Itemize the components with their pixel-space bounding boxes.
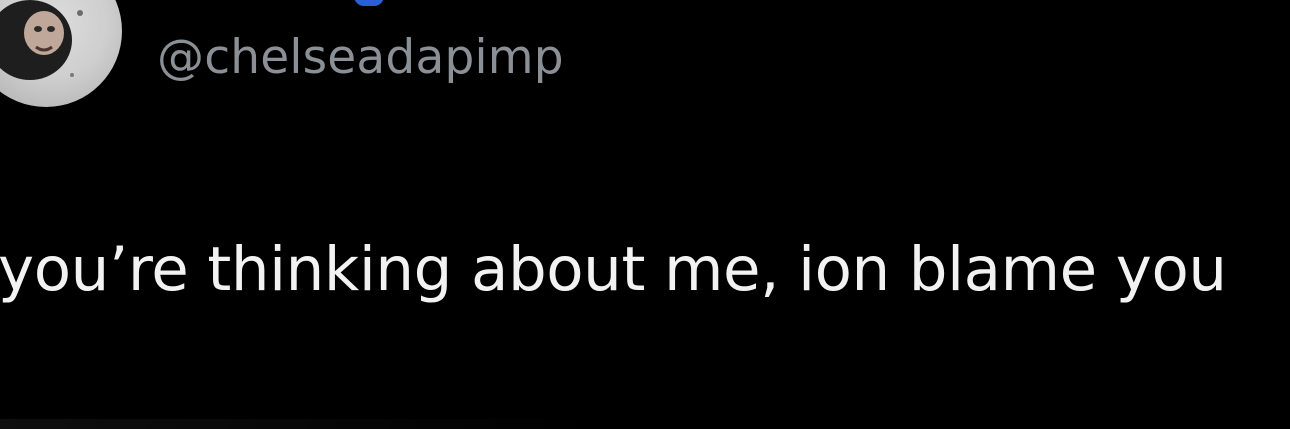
tweet-text: you’re thinking about me, ion blame you <box>0 234 1227 305</box>
user-handle[interactable]: @chelseadapimp <box>157 30 564 86</box>
avatar[interactable] <box>0 0 122 107</box>
verified-badge-icon <box>354 0 384 6</box>
divider <box>0 419 600 429</box>
avatar-image <box>0 0 83 80</box>
